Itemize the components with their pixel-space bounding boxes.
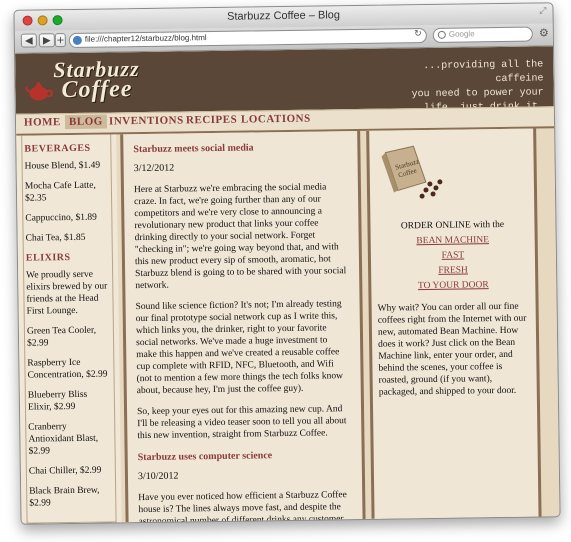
address-bar[interactable]: file:///chapter12/starbuzz/blog.html ↻ [68, 28, 427, 49]
post-paragraph: So, keep your eyes out for this amazing … [136, 404, 347, 442]
elixirs-heading: ELIXIRS [25, 252, 71, 264]
blog-main: Starbuzz meets social media 3/12/2012 He… [120, 130, 366, 524]
window-title: Starbuzz Coffee – Blog [226, 9, 341, 23]
beverage-item: Cappuccino, $1.89 [25, 212, 97, 224]
elixir-item: Cranberry Antioxidant Blast, $2.99 [28, 422, 99, 457]
order-door-link[interactable]: TO YOUR DOOR [377, 278, 529, 295]
elixir-item: Chai Chiller, $2.99 [28, 465, 102, 477]
tagline-line: ...providing all the caffeine [423, 59, 544, 86]
elixir-item: Blueberry Bliss Elixir, $2.99 [27, 389, 88, 413]
browser-window: Starbuzz Coffee – Blog ⤢ ◀ ▶ + file:///c… [13, 2, 561, 525]
post-paragraph: Sound like science fiction? It's not; I'… [135, 299, 343, 397]
new-tab-button[interactable]: + [54, 33, 66, 48]
nav-recipes[interactable]: RECIPES [186, 114, 237, 127]
post-paragraph: Have you ever noticed how efficient a St… [138, 490, 347, 524]
post-paragraph: Here at Starbuzz we're embracing the soc… [133, 182, 347, 292]
fullscreen-icon[interactable]: ⤢ [539, 6, 546, 16]
elixirs-intro: We proudly serve elixirs brewed by our f… [26, 269, 108, 317]
post-date: 3/10/2012 [137, 470, 179, 483]
nav-blog[interactable]: BLOG [64, 114, 107, 130]
forward-button[interactable]: ▶ [38, 33, 55, 48]
beverages-heading: BEVERAGES [24, 142, 91, 155]
order-online: ORDER ONLINE with the BEAN MACHINE FAST … [376, 218, 529, 295]
beverage-item: Mocha Cafe Latte, $2.35 [24, 180, 96, 204]
post-title: Starbuzz uses computer science [137, 450, 273, 464]
site-header: Starbuzz Coffee ...providing all the caf… [15, 46, 554, 114]
sidebar: BEVERAGES House Blend, $1.49 Mocha Cafe … [16, 134, 122, 524]
teapot-icon [25, 81, 53, 101]
url-text[interactable]: file:///chapter12/starbuzz/blog.html [85, 33, 207, 44]
post-date: 3/12/2012 [133, 162, 175, 175]
order-aside: Starbuzz Coffee ORDER ONLINE with the BE… [366, 128, 542, 519]
why-wait-text: Why wait? You can order all our fine cof… [377, 301, 527, 398]
beverage-item: House Blend, $1.49 [24, 160, 101, 172]
web-page: Starbuzz Coffee ...providing all the caf… [15, 46, 560, 524]
nav-inventions[interactable]: INVENTIONS [109, 114, 184, 127]
elixir-item: Green Tea Cooler, $2.99 [26, 325, 97, 349]
search-placeholder[interactable]: Google [449, 29, 475, 38]
beverage-item: Chai Tea, $1.85 [25, 232, 86, 244]
back-button[interactable]: ◀ [20, 33, 37, 48]
starbuzz-logo[interactable]: Starbuzz Coffee [23, 56, 154, 110]
logo-word-coffee: Coffee [61, 76, 133, 104]
elixir-item: Black Brain Brew, $2.99 [29, 485, 100, 509]
globe-icon [72, 35, 82, 45]
elixir-item: Raspberry Ice Concentration, $2.99 [27, 357, 108, 381]
post-title: Starbuzz meets social media [133, 142, 254, 156]
reload-icon[interactable]: ↻ [414, 29, 422, 39]
coffee-bag-image: Starbuzz Coffee [381, 145, 443, 199]
order-prefix: ORDER ONLINE with the [400, 219, 505, 232]
nav-locations[interactable]: LOCATIONS [241, 113, 311, 126]
nav-home[interactable]: HOME [24, 116, 61, 129]
gear-icon[interactable]: ⚙ [539, 26, 549, 40]
search-box[interactable]: Google [432, 26, 533, 43]
search-icon [437, 30, 446, 39]
